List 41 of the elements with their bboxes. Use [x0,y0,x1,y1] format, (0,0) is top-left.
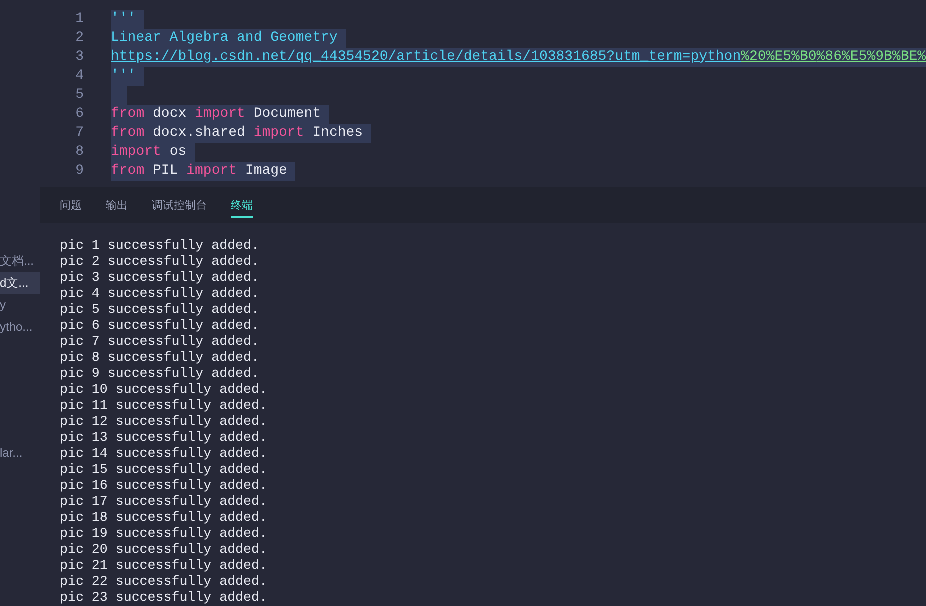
terminal-output-line: pic 20 successfully added. [60,542,268,558]
line-number: 6 [74,106,84,122]
sidebar-item[interactable]: d文... [0,272,40,294]
terminal-output-line: pic 4 successfully added. [60,286,260,302]
line-number: 9 [74,163,84,180]
terminal-output-line: pic 12 successfully added. [60,414,268,430]
terminal-output-line: pic 8 successfully added. [60,350,260,366]
line-number: 2 [74,30,84,46]
terminal-output-line: pic 23 successfully added. [60,590,268,606]
sidebar-item[interactable]: ytho... [0,316,40,338]
terminal-output-line: pic 14 successfully added. [60,446,268,462]
terminal-output-line: pic 7 successfully added. [60,334,260,350]
terminal-output-line: pic 3 successfully added. [60,270,260,286]
terminal-output-line: pic 22 successfully added. [60,574,268,590]
terminal-output-line: pic 13 successfully added. [60,430,268,446]
terminal-output-line: pic 5 successfully added. [60,302,260,318]
terminal-output-line: pic 10 successfully added. [60,382,268,398]
terminal-output-line: pic 21 successfully added. [60,558,268,574]
line-number: 7 [74,125,84,142]
terminal-output-line: pic 1 successfully added. [60,238,260,254]
line-number: 3 [74,49,84,66]
terminal-output-line: pic 19 successfully added. [60,526,268,542]
line-number: 1 [74,11,84,28]
sidebar-item[interactable]: lar... [0,442,40,464]
terminal-output-line: pic 2 successfully added. [60,254,260,270]
terminal-output-line: pic 9 successfully added. [60,366,260,382]
panel-tab[interactable]: 输出 [106,192,128,218]
line-number: 8 [74,144,84,160]
sidebar-item[interactable]: 文档... [0,250,40,272]
terminal-output-line: pic 11 successfully added. [60,398,268,414]
terminal-output-line: pic 18 successfully added. [60,510,268,526]
panel-tab[interactable]: 问题 [60,192,82,218]
sidebar-item[interactable]: y [0,294,40,316]
terminal-output-line: pic 16 successfully added. [60,478,268,494]
line-number: 5 [74,87,84,104]
panel-tab[interactable]: 调试控制台 [152,192,207,218]
terminal-output-line: pic 6 successfully added. [60,318,260,334]
panel-tab[interactable]: 终端 [231,192,253,218]
terminal-output-line: pic 15 successfully added. [60,462,268,478]
terminal-output-line: pic 17 successfully added. [60,494,268,510]
line-number: 4 [74,68,84,84]
